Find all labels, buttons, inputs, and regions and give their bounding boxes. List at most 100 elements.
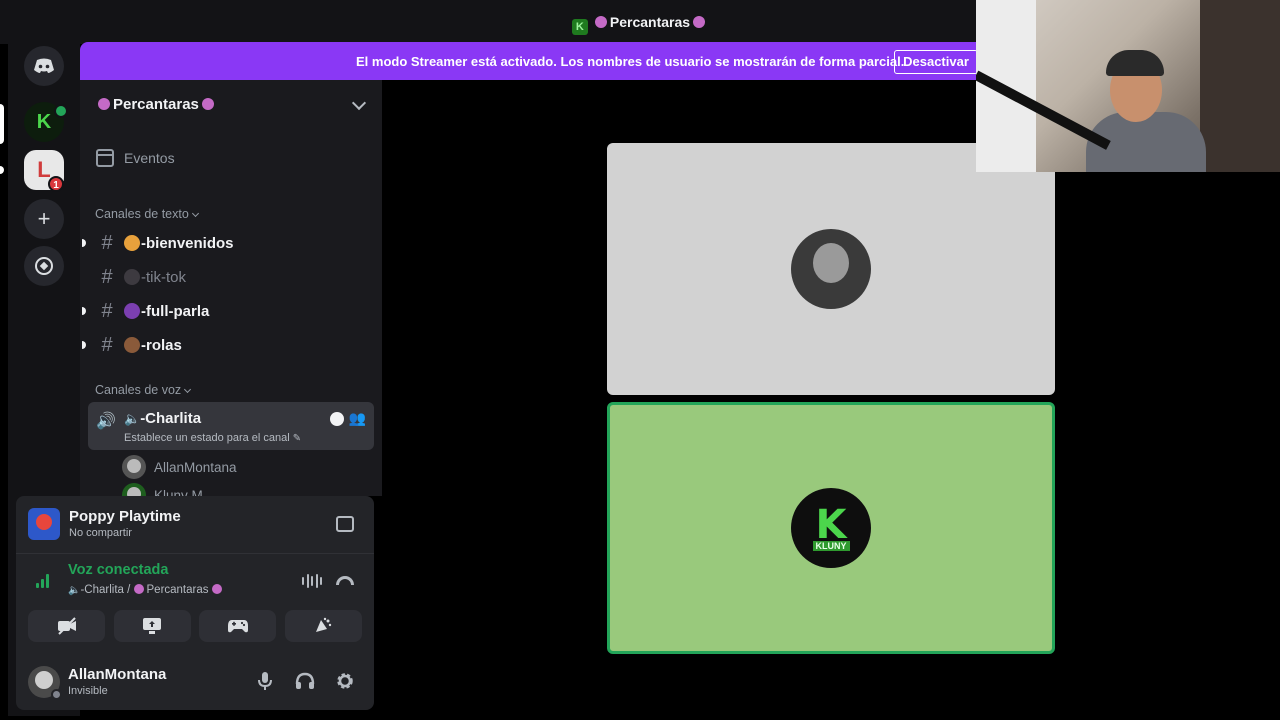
participant-tile[interactable] [607,143,1055,395]
camera-off-icon [57,617,76,635]
channel-emoji-icon [124,337,140,353]
microphone-icon [258,672,272,690]
hash-icon: # [101,333,113,356]
webcam-background [1200,0,1280,172]
compass-icon [35,257,53,275]
avatar [122,455,146,479]
server-header[interactable]: Percantaras [80,80,382,128]
unread-indicator [82,239,86,247]
devil-emoji-icon [201,98,214,110]
devil-emoji-icon [211,584,222,594]
chat-bubble-icon[interactable] [330,412,344,426]
disconnect-icon[interactable] [336,576,354,585]
channel-emoji-icon [124,303,140,319]
voice-channel-name-text: -Charlita [140,410,202,427]
user-panel: AllanMontana Invisible [16,654,374,710]
webcam-overlay [976,0,1280,172]
activities-button[interactable] [199,610,277,642]
voice-connection-server: Percantaras [146,584,209,596]
text-channels-category[interactable]: Canales de texto [95,207,199,221]
voice-channel-charlita[interactable]: 🔊 🔈-Charlita Establece un estado para el… [88,402,374,450]
avatar [122,483,146,496]
game-art-icon [28,508,60,540]
voice-channel-name: 🔈-Charlita [124,410,201,427]
category-label: Canales de voz [95,383,182,397]
channel-status-prompt[interactable]: Establece un estado para el canal ✎ [124,432,301,444]
game-subtitle: No compartir [69,527,132,539]
streamer-mode-banner: El modo Streamer está activado. Los nomb… [80,42,980,80]
participant-tile-speaking[interactable]: K KLUNY [607,402,1055,654]
webcam-person-cap [1106,50,1164,76]
channel-status-text: Establece un estado para el canal [124,432,290,444]
chevron-down-icon [184,385,192,394]
channel-name: -rolas [141,336,182,354]
add-user-icon[interactable]: 👥 [349,410,366,427]
channel-rolas[interactable]: # -rolas [82,330,374,360]
banner-text: El modo Streamer está activado. Los nomb… [356,54,905,69]
kluny-logo: K [815,502,847,548]
voice-connected-label[interactable]: Voz conectada [68,562,168,578]
events-item[interactable]: Eventos [96,146,175,170]
settings-button[interactable] [334,670,356,692]
voice-action-buttons [28,610,362,642]
chevron-down-icon [191,209,199,218]
unread-indicator [82,341,86,349]
game-title: Poppy Playtime [69,508,181,525]
voice-connection-location[interactable]: 🔈-Charlita / Percantaras [68,584,225,596]
discord-logo-icon [34,58,54,73]
add-server-button[interactable]: + [24,199,64,239]
unread-server-pill [0,166,4,174]
hash-icon: # [101,231,113,254]
voice-member[interactable]: Kluny M [122,482,203,496]
soundboard-icon [316,617,332,632]
discord-home-button[interactable] [24,46,64,86]
noise-suppression-icon[interactable] [302,574,322,588]
share-screen-icon[interactable] [336,516,354,532]
chevron-down-icon [351,95,367,111]
window-title-text: Percantaras [609,14,691,30]
channel-name: -full-parla [141,302,210,320]
unread-indicator [82,307,86,315]
channel-name: -bienvenidos [141,234,234,252]
screen-share-button[interactable] [113,610,191,642]
voice-member[interactable]: AllanMontana [122,454,237,480]
voice-stage: K KLUNY [382,80,1055,716]
kluny-server-icon: K [36,110,52,133]
headphones-icon [295,672,315,689]
status-indicator [51,689,62,700]
server-name-text: Percantaras [113,96,199,113]
notification-badge: 1 [48,176,64,192]
gamepad-icon [227,620,248,633]
screen-share-icon [143,618,162,634]
microphone-button[interactable] [254,670,276,692]
kluny-logo-text: KLUNY [812,541,850,551]
member-name: Kluny M [154,487,203,497]
devil-emoji-icon [594,16,607,28]
deactivate-button[interactable]: Desactivar [894,50,978,74]
devil-emoji-icon [133,584,144,594]
hash-icon: # [101,299,113,322]
headphones-button[interactable] [294,670,316,692]
selected-server-pill [0,104,4,144]
pencil-icon: ✎ [292,433,302,444]
bottom-panel: Poppy Playtime No compartir Voz conectad… [16,496,374,710]
channel-tik-tok[interactable]: # -tik-tok [88,262,374,292]
channel-full-parla[interactable]: # -full-parla [82,296,374,326]
channel-bienvenidos[interactable]: # -bienvenidos [82,228,374,258]
camera-off-button[interactable] [28,610,105,642]
voice-connection: Voz conectada 🔈-Charlita / Percantaras [16,556,374,604]
channel-sidebar: Percantaras Eventos Canales de texto # -… [80,80,382,496]
user-name[interactable]: AllanMontana [68,666,166,683]
soundboard-button[interactable] [284,610,362,642]
speaker-emoji-icon: 🔈 [124,411,141,426]
devil-emoji-icon [98,98,110,110]
discover-button[interactable] [24,246,64,286]
voice-connection-channel: -Charlita / [80,584,134,596]
voice-channels-category[interactable]: Canales de voz [95,383,192,397]
signal-icon[interactable] [36,572,52,588]
speaker-active-icon [54,104,68,118]
events-label: Eventos [124,150,175,166]
server-icon: K [571,19,588,35]
channel-emoji-icon [124,235,140,251]
user-status: Invisible [68,685,108,697]
